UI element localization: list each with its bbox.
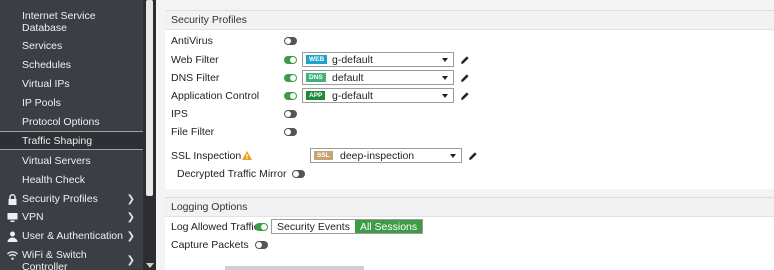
ips-label: IPS xyxy=(171,108,188,120)
ips-toggle[interactable] xyxy=(284,110,297,118)
sidebar-group-vpn[interactable]: VPN ❯ xyxy=(0,211,143,223)
dns-filter-value: default xyxy=(332,72,364,84)
computer-icon xyxy=(7,213,18,222)
sidebar-group-label: VPN xyxy=(22,211,44,223)
capture-packets-label: Capture Packets xyxy=(171,239,249,251)
log-allowed-traffic-label: Log Allowed Traffic xyxy=(171,221,259,233)
chevron-down-icon xyxy=(442,76,448,80)
web-filter-select[interactable]: WEB g-default xyxy=(302,52,454,67)
log-allowed-traffic-toggle[interactable] xyxy=(255,223,268,231)
all-sessions-option[interactable]: All Sessions xyxy=(354,220,423,233)
web-filter-label: Web Filter xyxy=(171,54,219,66)
antivirus-label: AntiVirus xyxy=(171,35,213,47)
edit-pencil-icon[interactable] xyxy=(460,55,470,65)
sidebar-group-label: Security Profiles xyxy=(22,193,98,205)
file-filter-toggle[interactable] xyxy=(284,128,297,136)
sidebar-item-label: Health Check xyxy=(22,174,86,186)
main-panel: Security Profiles AntiVirus Web Filter W… xyxy=(156,0,774,270)
sidebar-item-label: Database xyxy=(22,22,67,34)
sidebar-item-health-check[interactable]: Health Check xyxy=(0,174,143,186)
chevron-right-icon: ❯ xyxy=(126,212,135,223)
sidebar: Internet Service Database Services Sched… xyxy=(0,0,156,270)
sidebar-group-label: WiFi & Switch xyxy=(22,249,87,261)
sidebar-group-security-profiles[interactable]: Security Profiles ❯ xyxy=(0,193,143,205)
web-filter-value: g-default xyxy=(332,54,373,66)
antivirus-toggle[interactable] xyxy=(284,37,297,45)
sidebar-group-wifi-switch[interactable]: WiFi & Switch ❯ xyxy=(0,249,143,266)
edit-pencil-icon[interactable] xyxy=(460,73,470,83)
sidebar-item-database[interactable]: Database xyxy=(0,22,143,34)
edit-pencil-icon[interactable] xyxy=(468,151,478,161)
security-profiles-section: Security Profiles AntiVirus Web Filter W… xyxy=(165,10,774,189)
sidebar-item-label: Virtual Servers xyxy=(22,155,91,167)
ssl-badge: SSL xyxy=(314,151,333,160)
horizontal-scrollbar[interactable] xyxy=(225,266,364,270)
dns-filter-label: DNS Filter xyxy=(171,72,220,84)
log-traffic-segmented-control[interactable]: Security Events All Sessions xyxy=(271,219,424,234)
web-badge: WEB xyxy=(306,55,328,64)
scrollbar-thumb[interactable] xyxy=(146,0,153,196)
sidebar-item-schedules[interactable]: Schedules xyxy=(0,59,143,71)
sidebar-item-traffic-shaping[interactable]: Traffic Shaping xyxy=(0,131,143,150)
sidebar-item-virtual-servers[interactable]: Virtual Servers xyxy=(0,155,143,167)
application-control-label: Application Control xyxy=(171,90,260,102)
section-title: Logging Options xyxy=(165,198,774,217)
dns-filter-select[interactable]: DNS default xyxy=(302,70,454,85)
decrypted-traffic-mirror-label: Decrypted Traffic Mirror xyxy=(177,168,287,180)
sidebar-item-label: IP Pools xyxy=(22,97,61,109)
chevron-right-icon: ❯ xyxy=(126,231,135,242)
sidebar-item-label: Virtual IPs xyxy=(22,78,70,90)
file-filter-label: File Filter xyxy=(171,126,215,138)
lock-icon xyxy=(8,194,17,205)
web-filter-toggle[interactable] xyxy=(284,56,297,64)
security-events-option[interactable]: Security Events xyxy=(272,220,355,233)
sidebar-group-label-continued: Controller xyxy=(22,261,68,270)
dns-filter-toggle[interactable] xyxy=(284,74,297,82)
sidebar-item-internet-service[interactable]: Internet Service xyxy=(0,10,143,22)
logging-options-section: Logging Options Log Allowed Traffic Secu… xyxy=(165,197,774,270)
sidebar-item-label: Traffic Shaping xyxy=(22,135,93,147)
chevron-down-icon xyxy=(450,154,456,158)
sidebar-item-virtual-ips[interactable]: Virtual IPs xyxy=(0,78,143,90)
user-icon xyxy=(7,231,18,242)
sidebar-group-label: User & Authentication xyxy=(22,230,123,242)
sidebar-item-protocol-options[interactable]: Protocol Options xyxy=(0,116,143,128)
sidebar-item-services[interactable]: Services xyxy=(0,40,143,52)
sidebar-item-label: Protocol Options xyxy=(22,116,100,128)
chevron-right-icon: ❯ xyxy=(126,194,135,205)
ssl-inspection-select[interactable]: SSL deep-inspection xyxy=(310,148,462,163)
chevron-down-icon xyxy=(442,58,448,62)
ssl-inspection-label: SSL Inspection xyxy=(171,150,242,162)
application-control-select[interactable]: APP g-default xyxy=(302,88,454,103)
chevron-down-icon xyxy=(442,94,448,98)
sidebar-group-user-authentication[interactable]: User & Authentication ❯ xyxy=(0,230,143,242)
app-badge: APP xyxy=(306,91,326,100)
application-control-toggle[interactable] xyxy=(284,92,297,100)
capture-packets-toggle[interactable] xyxy=(255,241,268,249)
warning-icon xyxy=(242,151,252,160)
sidebar-item-ip-pools[interactable]: IP Pools xyxy=(0,97,143,109)
ssl-inspection-value: deep-inspection xyxy=(340,150,415,162)
section-title: Security Profiles xyxy=(165,11,774,30)
application-control-value: g-default xyxy=(332,90,373,102)
scroll-down-arrow-icon[interactable] xyxy=(146,263,154,268)
sidebar-scrollbar[interactable] xyxy=(143,0,156,270)
sidebar-item-label: Schedules xyxy=(22,59,72,71)
sidebar-item-label: Services xyxy=(22,40,63,52)
decrypted-traffic-mirror-toggle[interactable] xyxy=(292,170,305,178)
sidebar-item-label: Internet Service xyxy=(22,10,96,22)
dns-badge: DNS xyxy=(306,73,326,82)
edit-pencil-icon[interactable] xyxy=(460,91,470,101)
wifi-icon xyxy=(7,251,18,260)
